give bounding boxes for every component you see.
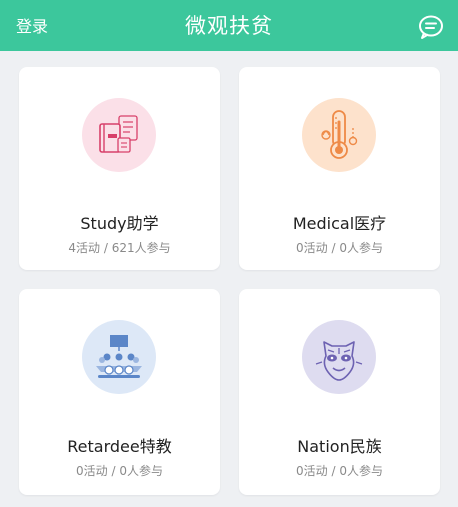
- card-medical[interactable]: Medical医疗 0活动 / 0人参与: [239, 67, 440, 270]
- card-nation[interactable]: Nation民族 0活动 / 0人参与: [239, 289, 440, 495]
- classroom-icon: [82, 320, 156, 394]
- card-stats: 0活动 / 0人参与: [76, 464, 163, 478]
- books-icon: [82, 98, 156, 172]
- card-stats: 0活动 / 0人参与: [296, 464, 383, 478]
- top-bar: 登录 微观扶贫: [0, 0, 458, 51]
- card-title: Study助学: [80, 214, 159, 233]
- card-retardee[interactable]: Retardee特教 0活动 / 0人参与: [19, 289, 220, 495]
- card-title: Medical医疗: [292, 214, 387, 233]
- card-study[interactable]: Study助学 4活动 / 621人参与: [19, 67, 220, 270]
- card-title: Retardee特教: [67, 437, 172, 456]
- category-grid: Study助学 4活动 / 621人参与 Medical医疗 0活动 / 0人参…: [0, 51, 458, 507]
- card-stats: 4活动 / 621人参与: [68, 241, 171, 255]
- page-title: 微观扶贫: [185, 14, 273, 38]
- chat-bubble-icon[interactable]: [418, 14, 444, 40]
- card-title: Nation民族: [297, 437, 382, 456]
- card-stats: 0活动 / 0人参与: [296, 241, 383, 255]
- thermometer-icon: [302, 98, 376, 172]
- ethnic-mask-icon: [302, 320, 376, 394]
